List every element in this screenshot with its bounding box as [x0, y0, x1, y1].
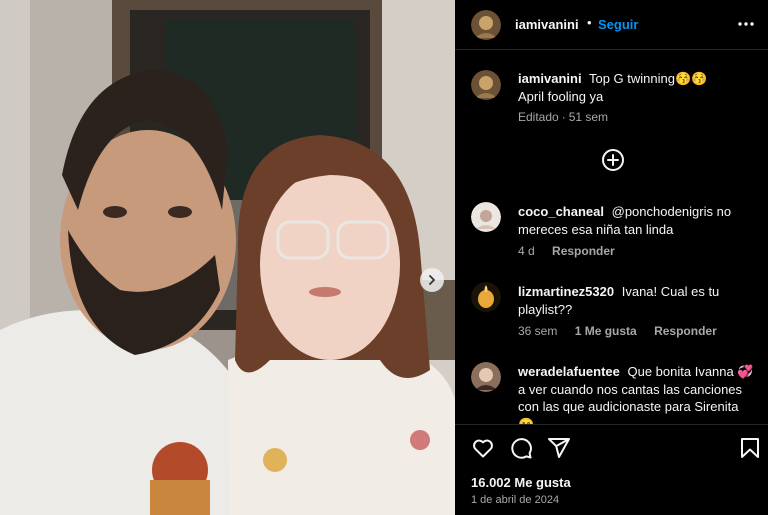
commenter-avatar[interactable] — [471, 202, 501, 232]
comment-username[interactable]: coco_chaneal — [518, 204, 604, 219]
post-date[interactable]: 1 de abril de 2024 — [471, 494, 559, 506]
commenter-avatar[interactable] — [471, 282, 501, 312]
caption-body: iamivanini Top G twinning😚😚 April foolin… — [518, 70, 718, 105]
author-avatar[interactable] — [471, 10, 501, 40]
share-button[interactable] — [547, 436, 571, 460]
plus-circle-icon — [602, 149, 624, 171]
caption-meta: Editado · 51 sem — [518, 110, 622, 124]
load-more-comments-button[interactable] — [601, 148, 625, 172]
reply-button[interactable]: Responder — [552, 244, 615, 258]
author-username[interactable]: iamivanini — [515, 17, 579, 32]
comment-button[interactable] — [509, 436, 533, 460]
like-button[interactable] — [471, 436, 495, 460]
caption-time: 51 sem — [568, 110, 609, 124]
meta-separator: · — [561, 110, 566, 124]
comment-username[interactable]: lizmartinez5320 — [518, 284, 614, 299]
post-media[interactable] — [0, 0, 455, 515]
save-button[interactable] — [738, 436, 762, 460]
comment-icon — [511, 438, 532, 459]
share-icon — [548, 438, 570, 458]
more-options-button[interactable] — [736, 14, 756, 34]
comments-list[interactable]: iamivanini Top G twinning😚😚 April foolin… — [455, 51, 768, 424]
comment-body: coco_chaneal @ponchodenigris no mereces … — [518, 203, 758, 238]
comment-likes[interactable]: 1 Me gusta — [575, 324, 637, 338]
caption-edited: Editado — [518, 110, 559, 124]
comment-time: 4 d — [518, 244, 535, 258]
separator-dot: • — [587, 15, 592, 30]
follow-button[interactable]: Seguir — [598, 17, 638, 32]
post-panel: iamivanini • Seguir iamivanini Top G twi… — [455, 0, 768, 515]
comment-time: 36 sem — [518, 324, 558, 338]
post-header: iamivanini • Seguir — [455, 0, 768, 50]
comment-body: lizmartinez5320 Ivana! Cual es tu playli… — [518, 283, 758, 318]
comment-username[interactable]: weradelafuentee — [518, 364, 620, 379]
post-actions: 16.002 Me gusta 1 de abril de 2024 — [455, 424, 768, 515]
reply-button[interactable]: Responder — [654, 324, 717, 338]
comment-meta: 36 sem 1 Me gusta Responder — [518, 324, 731, 338]
post-photo — [0, 0, 455, 515]
likes-count[interactable]: 16.002 Me gusta — [471, 475, 571, 490]
caption-username[interactable]: iamivanini — [518, 71, 582, 86]
more-options-icon — [738, 22, 754, 26]
comment-body: weradelafuentee Que bonita Ivanna 💞 a ve… — [518, 363, 758, 424]
author-avatar[interactable] — [471, 70, 501, 100]
commenter-avatar[interactable] — [471, 362, 501, 392]
bookmark-icon — [741, 438, 759, 458]
chevron-right-icon — [429, 275, 435, 285]
comment-meta: 4 d Responder — [518, 244, 629, 258]
heart-icon — [473, 439, 493, 458]
next-photo-button[interactable] — [420, 268, 444, 292]
